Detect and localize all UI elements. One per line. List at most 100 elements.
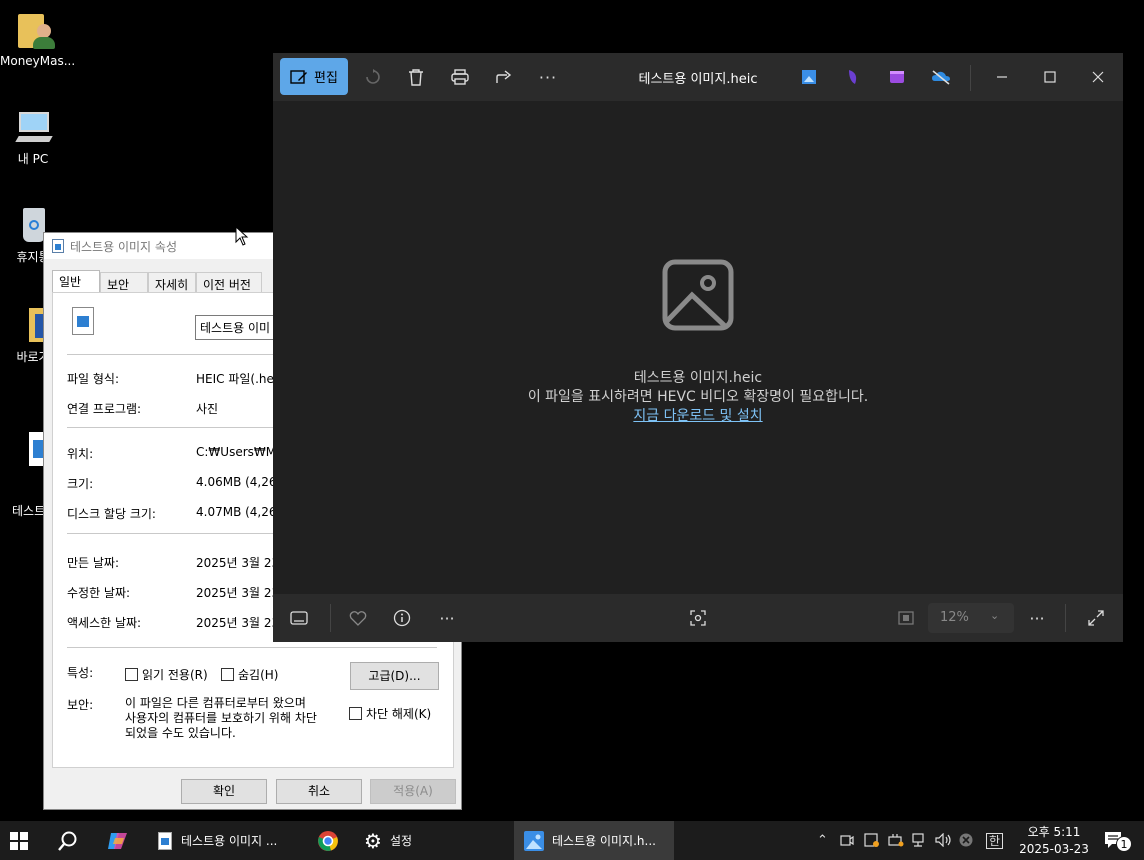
security-text-line: 사용자의 컴퓨터를 보호하기 위해 차단 <box>125 711 317 725</box>
volume-icon[interactable] <box>935 832 953 851</box>
taskbar-item-settings[interactable]: ⚙ 설정 <box>360 821 430 860</box>
image-editor-icon[interactable] <box>799 67 819 87</box>
toolbar-divider <box>970 65 971 91</box>
tab-previous-versions[interactable]: 이전 버전 <box>196 272 262 293</box>
network-icon[interactable] <box>912 833 928 851</box>
security-text-line: 이 파일은 다른 컴퓨터로부터 왔으며 <box>125 696 306 710</box>
mouse-cursor-icon <box>235 225 249 249</box>
opens-with-value: 사진 <box>196 402 219 416</box>
start-button[interactable] <box>0 821 38 860</box>
error-badge-icon[interactable] <box>959 833 973 851</box>
tab-details[interactable]: 자세히 <box>148 272 196 293</box>
created-value: 2025년 3월 23 <box>196 556 276 570</box>
maximize-icon[interactable] <box>1038 65 1062 89</box>
readonly-checkbox[interactable]: 읽기 전용(R) <box>125 666 208 683</box>
desktop-icon-moneymas[interactable]: MoneyMas... <box>0 10 75 68</box>
onedrive-off-icon[interactable] <box>931 67 951 87</box>
more-options-icon[interactable]: ··· <box>1025 607 1049 629</box>
size-label: 크기: <box>67 477 94 491</box>
security-center-icon[interactable] <box>864 833 880 851</box>
close-icon[interactable] <box>1086 65 1110 89</box>
rotate-icon[interactable] <box>361 65 385 89</box>
security-text: 이 파일은 다른 컴퓨터로부터 왔으며 사용자의 컴퓨터를 보호하기 위해 차단… <box>125 696 317 741</box>
accessed-label: 액세스한 날짜: <box>67 616 142 630</box>
notification-center-button[interactable]: 1 <box>1104 831 1134 853</box>
taskbar-item-properties[interactable]: 테스트용 이미지 ... <box>150 821 300 860</box>
file-type-icon <box>72 307 94 335</box>
video-editor-icon[interactable] <box>887 67 907 87</box>
minimize-icon[interactable] <box>990 65 1014 89</box>
file-type-label: 파일 형식: <box>67 372 120 386</box>
favorite-icon[interactable] <box>347 607 369 629</box>
copilot-icon <box>108 832 127 849</box>
image-file-icon <box>158 831 172 850</box>
chrome-icon <box>318 830 338 851</box>
delete-icon[interactable] <box>404 65 428 89</box>
ok-button[interactable]: 확인 <box>181 779 267 804</box>
unblock-checkbox[interactable]: 차단 해제(K) <box>349 705 431 722</box>
tab-strip: 일반 보안 자세히 이전 버전 <box>52 270 262 293</box>
search-icon <box>58 831 77 851</box>
filename-input[interactable] <box>195 315 275 340</box>
tab-general[interactable]: 일반 <box>52 270 100 293</box>
edit-button[interactable]: 편집 <box>280 58 348 95</box>
checkbox-box <box>221 668 234 681</box>
bottom-divider <box>1065 604 1066 632</box>
missing-codec-filename: 테스트용 이미지.heic <box>633 370 763 386</box>
taskbar-item-label: 설정 <box>389 834 413 848</box>
taskbar-item-photos[interactable]: 테스트용 이미지.h... <box>514 821 674 860</box>
security-label: 보안: <box>67 698 94 712</box>
gear-icon: ⚙ <box>364 828 382 853</box>
more-options-icon[interactable]: ··· <box>435 607 459 629</box>
meet-now-icon[interactable] <box>840 833 854 851</box>
zoom-value: 12% <box>940 610 969 625</box>
windows-logo-icon <box>10 831 28 850</box>
taskbar-item-label: 테스트용 이미지 ... <box>181 834 278 848</box>
clock[interactable]: 오후 5:11 2025-03-23 <box>1014 824 1094 858</box>
created-label: 만든 날짜: <box>67 556 120 570</box>
unblock-label: 차단 해제(K) <box>366 707 432 721</box>
checkbox-box <box>125 668 138 681</box>
copilot-button[interactable] <box>100 821 136 860</box>
location-label: 위치: <box>67 447 94 461</box>
hidden-checkbox[interactable]: 숨김(H) <box>221 666 278 683</box>
opens-with-label: 연결 프로그램: <box>67 402 142 416</box>
search-button[interactable] <box>50 821 86 860</box>
fit-to-window-icon[interactable] <box>895 607 917 629</box>
download-install-link[interactable]: 지금 다운로드 및 설치 <box>633 408 762 424</box>
power-icon[interactable] <box>888 833 904 851</box>
print-icon[interactable] <box>448 65 472 89</box>
missing-codec-message: 이 파일을 표시하려면 HEVC 비디오 확장명이 필요합니다. <box>527 389 869 405</box>
clipchamp-icon[interactable] <box>843 67 863 87</box>
notification-count: 1 <box>1116 836 1132 852</box>
share-icon[interactable] <box>492 65 516 89</box>
fullscreen-icon[interactable] <box>1085 607 1107 629</box>
more-options-icon[interactable]: ··· <box>536 65 560 89</box>
hidden-label: 숨김(H) <box>238 668 279 682</box>
tab-security[interactable]: 보안 <box>100 272 148 293</box>
desktop-icon-label: 내 PC <box>17 152 49 166</box>
advanced-button[interactable]: 고급(D)... <box>350 662 439 690</box>
info-icon[interactable] <box>391 607 413 629</box>
taskbar-item-chrome[interactable] <box>310 821 346 860</box>
filmstrip-icon[interactable] <box>288 607 310 629</box>
modified-value: 2025년 3월 23 <box>196 586 276 600</box>
size-value: 4.06MB (4,264 <box>196 475 276 489</box>
file-type-value: HEIC 파일(.heic) <box>196 372 276 386</box>
visual-search-icon[interactable] <box>687 607 709 629</box>
taskbar: 테스트용 이미지 ... ⚙ 설정 테스트용 이미지.h... ⌃ 한 오후 5… <box>0 821 1144 860</box>
desktop-icon-my-pc[interactable]: 내 PC <box>0 108 66 166</box>
cancel-button[interactable]: 취소 <box>276 779 362 804</box>
show-hidden-icons-chevron-icon[interactable]: ⌃ <box>817 833 828 848</box>
clock-time: 오후 5:11 <box>1027 825 1081 839</box>
ime-label: 한 <box>989 834 1001 848</box>
attributes-label: 특성: <box>67 666 94 680</box>
apply-button[interactable]: 적용(A) <box>370 779 456 804</box>
ime-indicator[interactable]: 한 <box>986 833 1004 849</box>
size-on-disk-value: 4.07MB (4,268 <box>196 505 276 519</box>
computer-icon <box>13 108 53 148</box>
image-placeholder-icon <box>662 259 734 334</box>
zoom-dropdown[interactable]: 12% ⌄ <box>928 603 1014 633</box>
checkbox-box <box>349 707 362 720</box>
photos-app-icon <box>524 830 544 851</box>
